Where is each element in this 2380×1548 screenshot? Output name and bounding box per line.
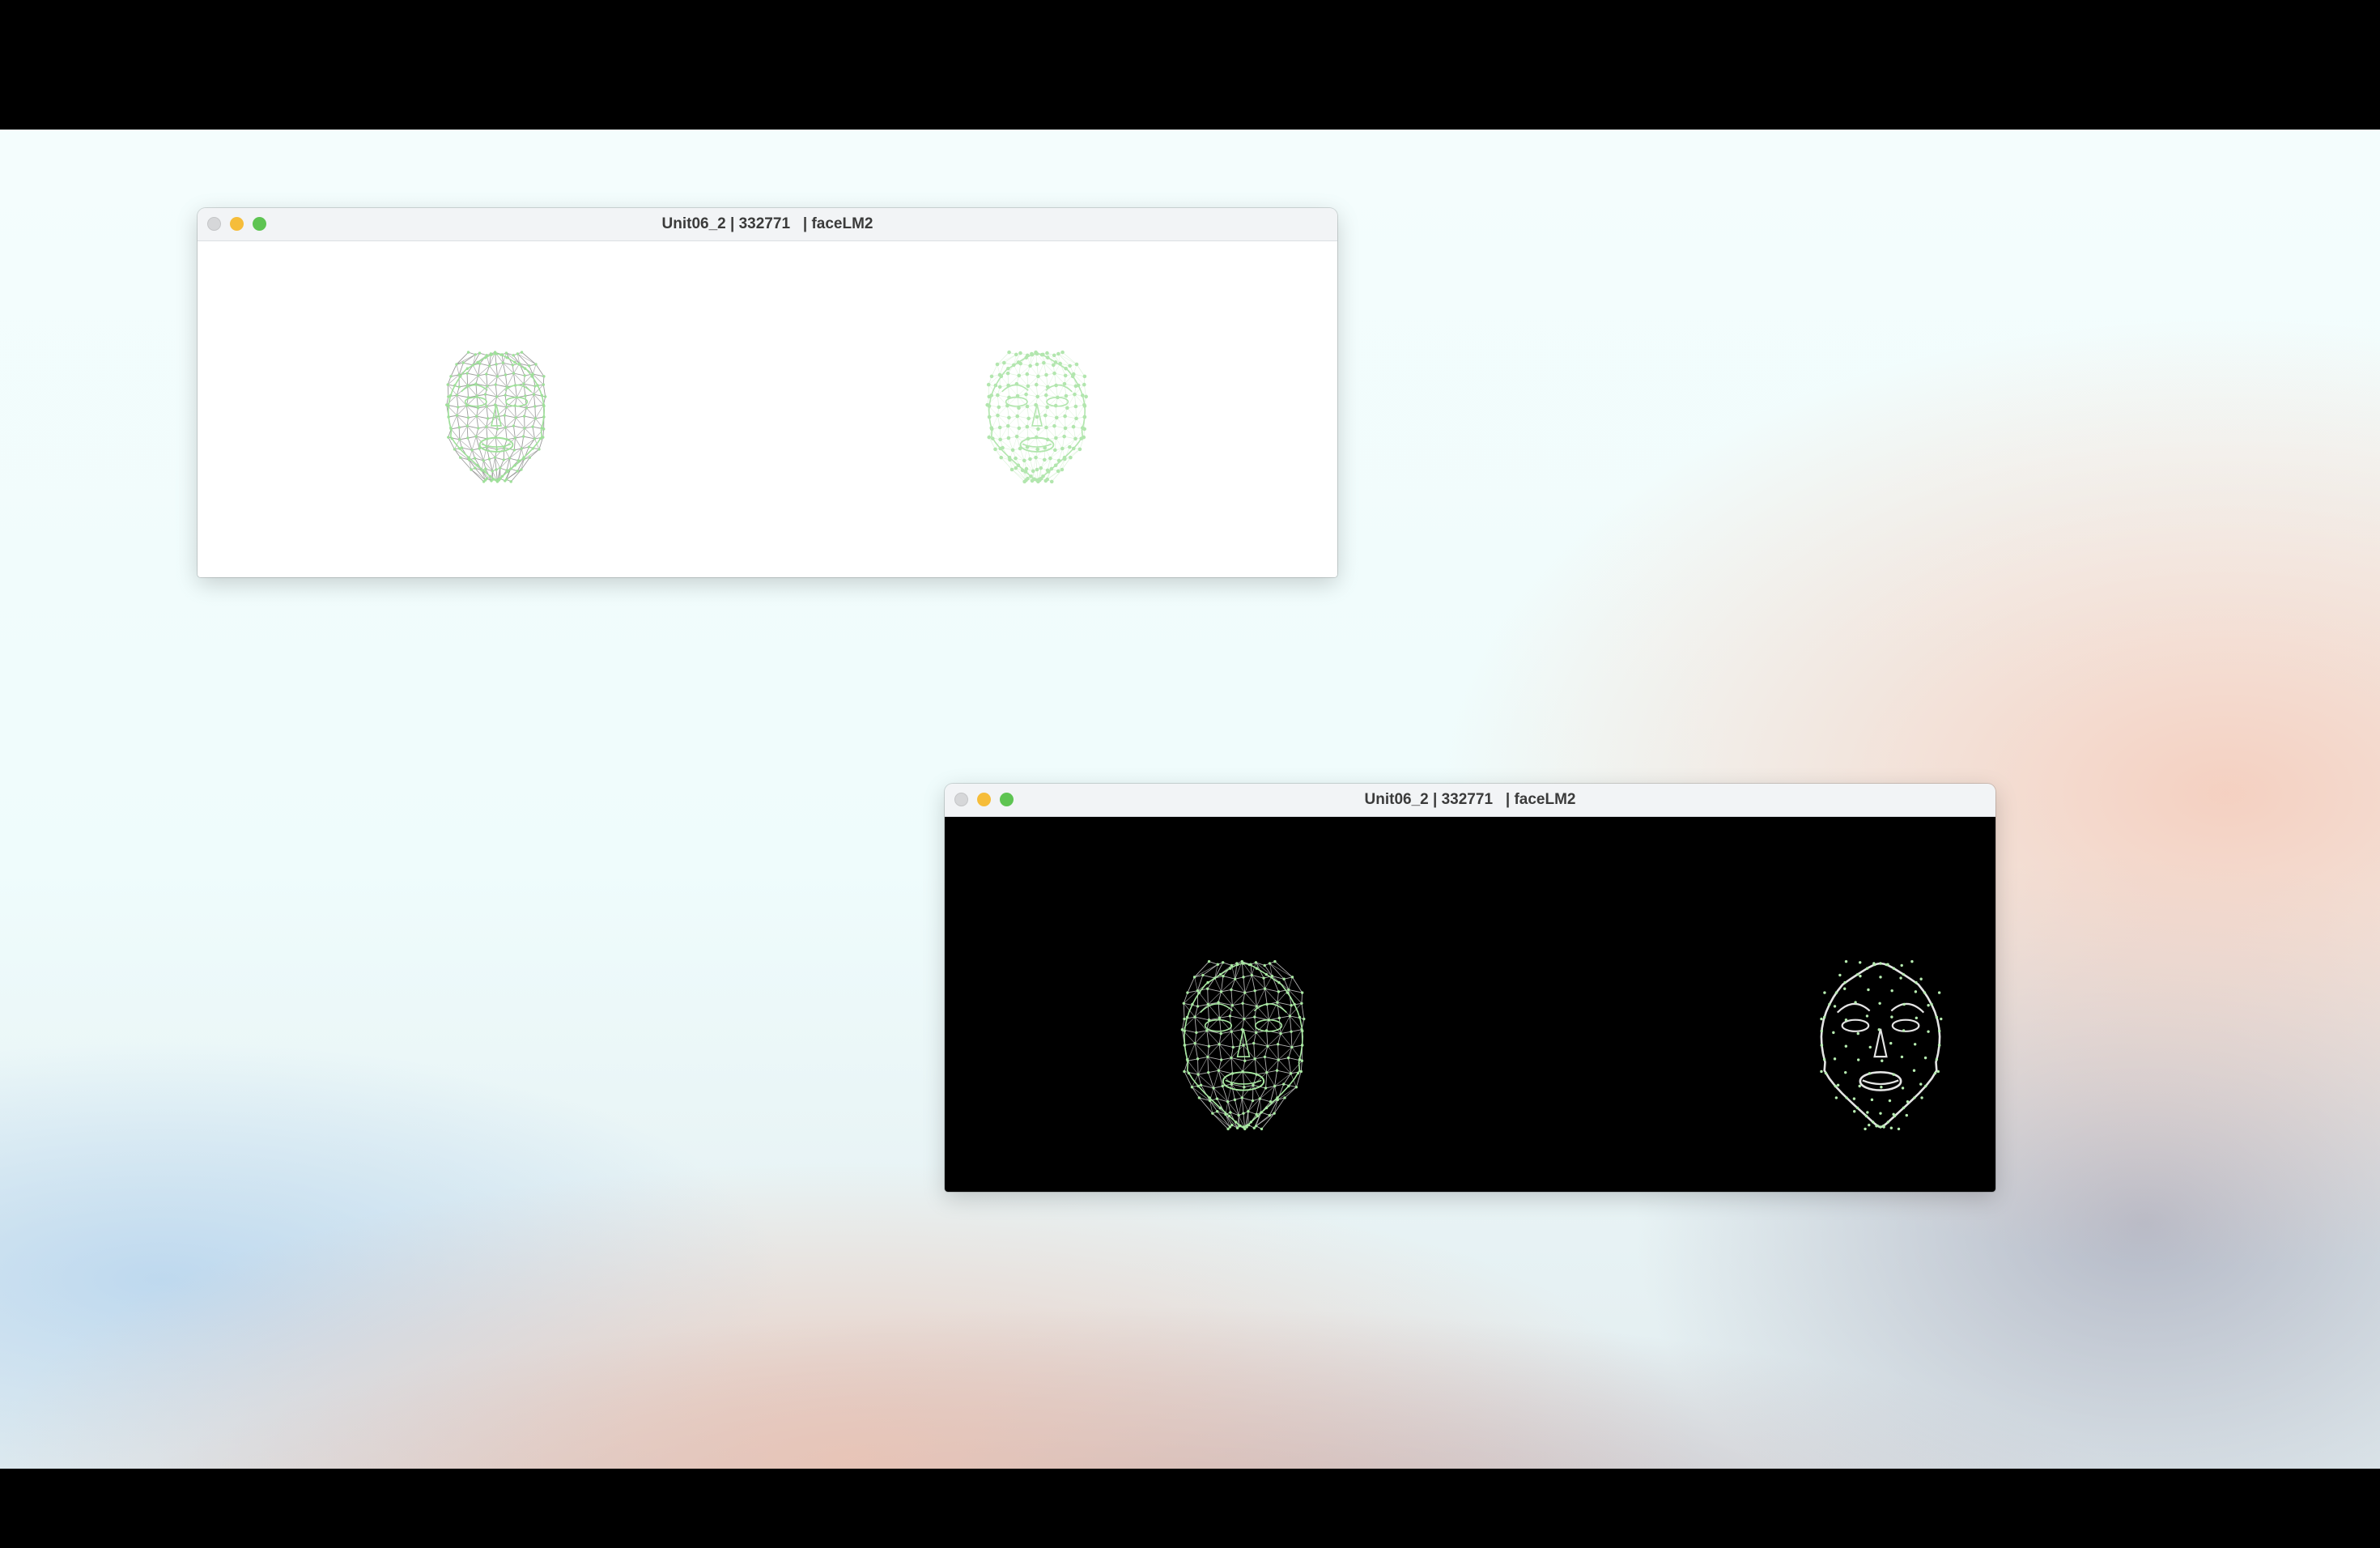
window-titlebar[interactable]: Unit06_2 | 332771 | faceLM2 [945, 784, 1995, 817]
face-mesh-contours [1820, 959, 1943, 1131]
render-canvas [198, 241, 1337, 577]
face-mesh-tessellation [445, 351, 547, 483]
face-mesh-render [445, 350, 1088, 484]
face-mesh-landmarks [985, 350, 1088, 484]
face-mesh-render [1180, 959, 1943, 1131]
desktop-wallpaper: Unit06_2 | 332771 | faceLM2 Unit06_2 | 3… [0, 130, 2380, 1469]
face-landmark-window-light[interactable]: Unit06_2 | 332771 | faceLM2 [198, 208, 1337, 577]
face-mesh-tessellation [1180, 959, 1306, 1131]
face-landmark-window-dark[interactable]: Unit06_2 | 332771 | faceLM2 [945, 784, 1995, 1192]
render-canvas [945, 817, 1995, 1192]
window-titlebar[interactable]: Unit06_2 | 332771 | faceLM2 [198, 208, 1337, 241]
window-title: Unit06_2 | 332771 | faceLM2 [661, 215, 873, 232]
window-title: Unit06_2 | 332771 | faceLM2 [1364, 791, 1576, 808]
